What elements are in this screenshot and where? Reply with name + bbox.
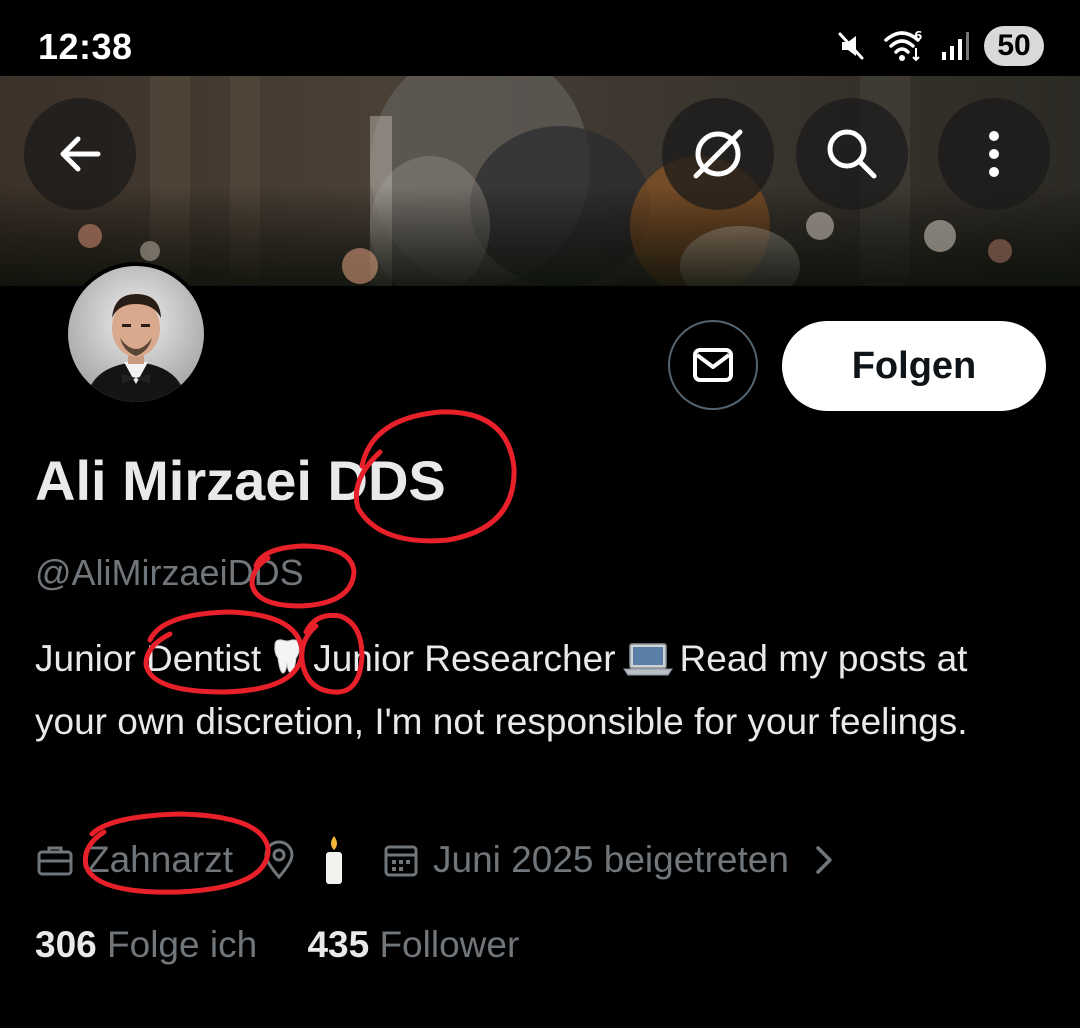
- profile-meta: Zahnarzt Juni 2025 beigetreten: [35, 832, 837, 888]
- more-button[interactable]: [938, 98, 1050, 210]
- mail-icon: [693, 348, 733, 382]
- search-button[interactable]: [796, 98, 908, 210]
- briefcase-icon: [35, 840, 75, 880]
- message-button[interactable]: [668, 320, 758, 410]
- followers-count: 435: [307, 924, 370, 965]
- status-icons: 6 50: [834, 24, 1044, 68]
- laptop-emoji-icon: [622, 636, 674, 693]
- mute-icon: [838, 32, 864, 60]
- join-date: Juni 2025 beigetreten: [433, 839, 789, 880]
- arrow-left-icon: [60, 136, 101, 172]
- profile-stats: 306 Folge ich 435 Follower: [35, 924, 519, 966]
- profile-handle: @AliMirzaeiDDS: [35, 552, 304, 593]
- wifi-icon: 6: [884, 29, 922, 62]
- location-icon: [261, 840, 297, 880]
- follow-button[interactable]: Folgen: [782, 321, 1046, 411]
- status-time: 12:38: [38, 26, 133, 67]
- profile-category: Zahnarzt: [87, 839, 234, 880]
- search-icon: [827, 129, 877, 179]
- chevron-right-icon[interactable]: [811, 842, 837, 878]
- following-count: 306: [35, 924, 97, 965]
- profile-banner: [0, 76, 1080, 286]
- status-bar: 12:38 6 50: [0, 0, 1080, 76]
- more-vertical-icon: [989, 131, 999, 177]
- bio-part-2: Junior Researcher: [313, 638, 616, 679]
- candle-emoji-icon: [319, 834, 349, 886]
- signal-icon: [942, 32, 969, 60]
- bio-part-1: Junior Dentist: [35, 638, 262, 679]
- tooth-emoji-icon: [267, 636, 307, 693]
- avatar[interactable]: [64, 262, 208, 406]
- calendar-icon: [381, 840, 421, 880]
- profile-bio: Junior Dentist Junior Researcher Read my p…: [35, 630, 1045, 750]
- battery-indicator: 50: [984, 26, 1044, 66]
- profile-name: Ali Mirzaei DDS: [35, 449, 446, 512]
- svg-text:6: 6: [914, 29, 922, 43]
- followers-link[interactable]: 435 Follower: [307, 924, 519, 965]
- following-label: Folge ich: [107, 924, 258, 965]
- back-button[interactable]: [24, 98, 136, 210]
- following-link[interactable]: 306 Folge ich: [35, 924, 267, 965]
- followers-label: Follower: [379, 924, 520, 965]
- grok-button[interactable]: [662, 98, 774, 210]
- grok-icon: [693, 129, 743, 179]
